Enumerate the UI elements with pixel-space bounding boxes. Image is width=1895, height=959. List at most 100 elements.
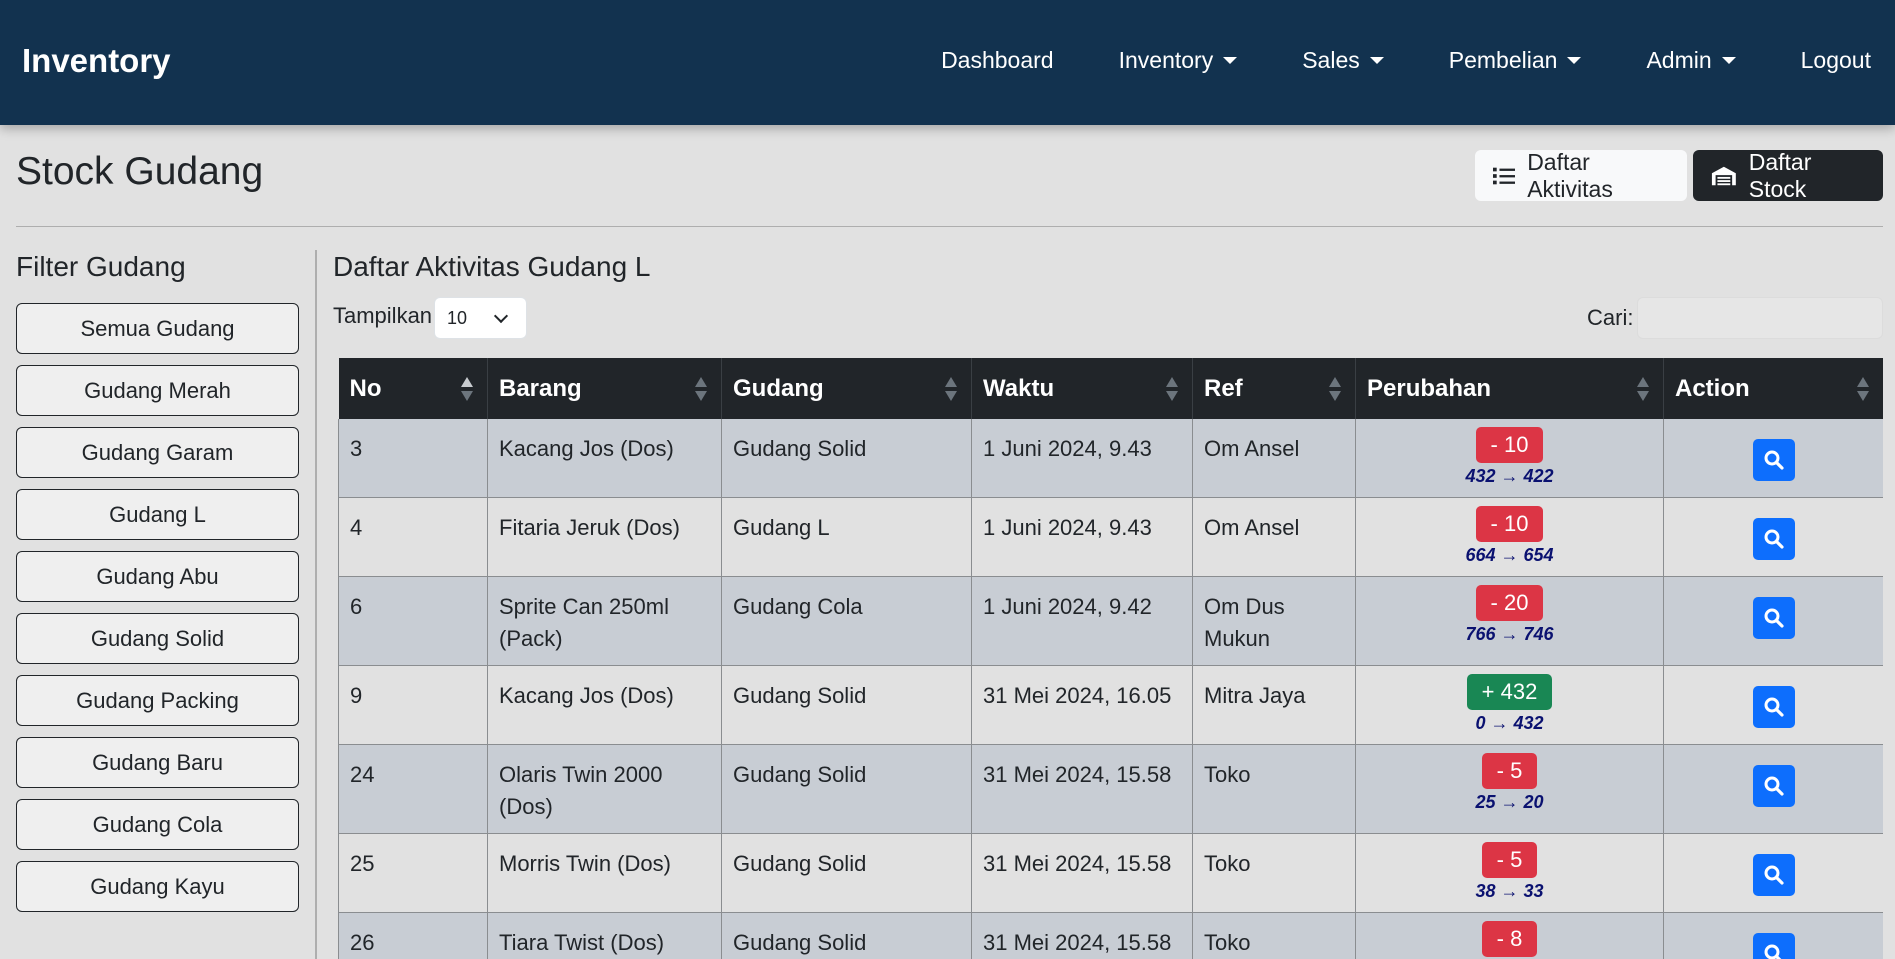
filter-gudang-cola[interactable]: Gudang Cola xyxy=(16,799,299,850)
page-title: Stock Gudang xyxy=(16,150,264,193)
sort-icon xyxy=(461,377,473,401)
sort-icon xyxy=(945,377,957,401)
cell-gudang: Gudang Cola xyxy=(721,576,972,666)
nav-menu: Dashboard Inventory Sales Pembelian Admi… xyxy=(876,47,1871,74)
filter-semua-gudang[interactable]: Semua Gudang xyxy=(16,303,299,354)
nav-admin-dropdown[interactable]: Admin xyxy=(1646,47,1736,74)
filter-list: Semua Gudang Gudang Merah Gudang Garam G… xyxy=(16,303,299,923)
navbar: Inventory Dashboard Inventory Sales Pemb… xyxy=(0,0,1895,125)
col-header-barang[interactable]: Barang xyxy=(487,358,722,419)
cell-barang: Kacang Jos (Dos) xyxy=(487,419,722,498)
daftar-aktivitas-button[interactable]: Daftar Aktivitas xyxy=(1475,149,1687,202)
search-icon xyxy=(1764,776,1784,796)
cell-ref: Toko xyxy=(1192,744,1356,834)
stock-delta: 432 → 422 xyxy=(1465,466,1554,486)
nav-sales-dropdown[interactable]: Sales xyxy=(1302,47,1384,74)
view-detail-button[interactable] xyxy=(1752,854,1795,896)
cell-gudang: Gudang Solid xyxy=(721,744,972,834)
col-header-action[interactable]: Action xyxy=(1663,358,1883,419)
table-row: 26 Tiara Twist (Dos) Gudang Solid 31 Mei 20… xyxy=(338,912,1883,959)
col-header-no[interactable]: No xyxy=(338,358,488,419)
col-label: Action xyxy=(1675,374,1750,402)
filter-gudang-packing[interactable]: Gudang Packing xyxy=(16,675,299,726)
cell-perubahan: - 20 766 → 746 xyxy=(1355,576,1664,666)
col-label: Waktu xyxy=(983,374,1055,402)
col-header-gudang[interactable]: Gudang xyxy=(721,358,972,419)
search-input[interactable] xyxy=(1637,297,1883,339)
filter-gudang-kayu[interactable]: Gudang Kayu xyxy=(16,861,299,912)
change-badge: + 432 xyxy=(1466,674,1553,710)
view-detail-button[interactable] xyxy=(1752,439,1795,481)
activity-table: No Barang Gudang Waktu Ref Perubahan Act… xyxy=(338,358,1883,959)
cell-barang: Olaris Twin 2000 (Dos) xyxy=(487,744,722,834)
col-label: Barang xyxy=(499,374,582,402)
cell-barang: Tiara Twist (Dos) xyxy=(487,912,722,959)
sort-icon xyxy=(1166,377,1178,401)
cell-waktu: 1 Juni 2024, 9.43 xyxy=(971,419,1193,498)
sort-icon xyxy=(695,377,707,401)
cell-perubahan: + 432 0 → 432 xyxy=(1355,665,1664,745)
daftar-stock-label: Daftar Stock xyxy=(1748,148,1812,202)
caret-down-icon xyxy=(1567,57,1582,64)
view-detail-button[interactable] xyxy=(1752,765,1795,807)
page-size-select[interactable]: 10 xyxy=(434,297,527,339)
page-size-value: 10 xyxy=(447,307,468,328)
stock-delta: 0 → 432 xyxy=(1475,713,1544,733)
nav-pembelian-dropdown[interactable]: Pembelian xyxy=(1449,47,1582,74)
view-detail-button[interactable] xyxy=(1752,597,1795,639)
stock-delta: 38 → 33 xyxy=(1475,881,1544,901)
cell-no: 26 xyxy=(338,912,488,959)
cell-perubahan: - 8 xyxy=(1355,912,1664,959)
sort-icon xyxy=(1637,377,1649,401)
warehouse-icon xyxy=(1711,166,1736,185)
change-badge: - 5 xyxy=(1481,842,1538,878)
caret-down-icon xyxy=(1721,57,1736,64)
col-label: No xyxy=(349,374,382,402)
daftar-stock-button[interactable]: Daftar Stock xyxy=(1693,148,1883,202)
cell-ref: Toko xyxy=(1192,833,1356,913)
view-detail-button[interactable] xyxy=(1752,518,1795,560)
cell-no: 25 xyxy=(338,833,488,913)
filter-gudang-l[interactable]: Gudang L xyxy=(16,489,299,540)
search-icon xyxy=(1764,865,1784,885)
list-icon xyxy=(1493,167,1516,184)
filter-gudang-baru[interactable]: Gudang Baru xyxy=(16,737,299,788)
filter-gudang-garam[interactable]: Gudang Garam xyxy=(16,427,299,478)
cell-barang: Morris Twin (Dos) xyxy=(487,833,722,913)
chevron-down-icon xyxy=(493,308,509,324)
view-detail-button[interactable] xyxy=(1752,686,1795,728)
activity-table-wrapper: No Barang Gudang Waktu Ref Perubahan Act… xyxy=(338,358,1883,959)
cell-gudang: Gudang L xyxy=(721,497,972,577)
cell-no: 4 xyxy=(338,497,488,577)
nav-inventory-dropdown[interactable]: Inventory xyxy=(1119,47,1238,74)
cell-action xyxy=(1663,419,1883,498)
cell-gudang: Gudang Solid xyxy=(721,833,972,913)
cell-barang: Fitaria Jeruk (Dos) xyxy=(487,497,722,577)
brand-logo[interactable]: Inventory xyxy=(22,42,171,80)
col-header-perubahan[interactable]: Perubahan xyxy=(1355,358,1664,419)
search-icon xyxy=(1764,944,1781,959)
col-header-waktu[interactable]: Waktu xyxy=(971,358,1193,419)
stock-delta: 25 → 20 xyxy=(1475,792,1544,812)
cell-no: 9 xyxy=(338,665,488,745)
cell-waktu: 31 Mei 2024, 15.58 xyxy=(971,744,1193,834)
search-label: Cari: xyxy=(1587,305,1634,330)
cell-perubahan: - 5 25 → 20 xyxy=(1355,744,1664,834)
cell-perubahan: - 10 664 → 654 xyxy=(1355,497,1664,577)
nav-dashboard[interactable]: Dashboard xyxy=(941,47,1054,74)
caret-down-icon xyxy=(1369,57,1384,64)
col-header-ref[interactable]: Ref xyxy=(1192,358,1356,419)
sort-icon xyxy=(1329,377,1341,401)
filter-gudang-merah[interactable]: Gudang Merah xyxy=(16,365,299,416)
view-detail-button[interactable] xyxy=(1752,933,1795,959)
nav-logout[interactable]: Logout xyxy=(1801,47,1871,74)
cell-action xyxy=(1663,912,1883,959)
table-row: 25 Morris Twin (Dos) Gudang Solid 31 Mei 20… xyxy=(338,833,1883,913)
filter-gudang-abu[interactable]: Gudang Abu xyxy=(16,551,299,602)
cell-ref: Om Ansel xyxy=(1192,419,1356,498)
change-badge: - 20 xyxy=(1475,585,1544,621)
sidebar-divider xyxy=(315,250,317,959)
filter-gudang-solid[interactable]: Gudang Solid xyxy=(16,613,299,664)
cell-barang: Sprite Can 250ml (Pack) xyxy=(487,576,722,666)
cell-gudang: Gudang Solid xyxy=(721,419,972,498)
